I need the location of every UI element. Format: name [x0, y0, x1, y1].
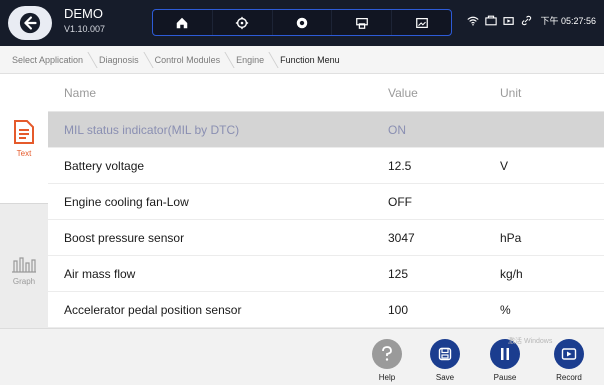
home-icon	[177, 17, 188, 28]
tab-text-label: Text	[16, 149, 32, 158]
table-row[interactable]: Battery voltage 12.5 V	[48, 148, 604, 184]
screenshot-button[interactable]	[392, 10, 451, 35]
top-bar: DEMO V1.10.007 下午 05:27:56	[0, 0, 604, 46]
row-name: Boost pressure sensor	[64, 230, 185, 245]
status-area: 下午 05:27:56	[467, 14, 596, 27]
row-unit: %	[500, 302, 511, 317]
print-icon	[355, 17, 368, 29]
row-value: 3047	[388, 230, 415, 245]
breadcrumb-item-control-modules[interactable]: Control Modules	[149, 46, 231, 74]
table-row[interactable]: Air mass flow 125 kg/h	[48, 256, 604, 292]
screenshot-icon	[415, 17, 428, 28]
graph-icon	[12, 256, 36, 273]
table-row[interactable]: MIL status indicator(MIL by DTC) ON	[48, 112, 604, 148]
row-name: Air mass flow	[64, 266, 136, 281]
app-name: DEMO	[64, 6, 103, 21]
clock: 下午 05:27:56	[540, 16, 596, 26]
settings-icon	[236, 16, 249, 29]
save-button[interactable]: Save	[423, 339, 467, 382]
top-nav	[152, 9, 452, 36]
row-unit: hPa	[500, 230, 522, 245]
tab-text[interactable]: Text	[0, 74, 48, 204]
help-label: Help	[378, 373, 396, 382]
app-version: V1.10.007	[64, 24, 106, 34]
row-unit: kg/h	[500, 266, 523, 281]
table-row[interactable]: Accelerator pedal position sensor 100 %	[48, 292, 604, 328]
row-name: Battery voltage	[64, 158, 145, 173]
text-document-icon	[14, 120, 34, 144]
breadcrumb-item-engine[interactable]: Engine	[230, 46, 274, 74]
header-value: Value	[388, 85, 418, 100]
pause-icon	[501, 348, 509, 360]
wifi-icon	[467, 16, 480, 25]
table-header: Name Value Unit	[48, 74, 604, 112]
home-button[interactable]	[153, 10, 213, 35]
link-icon	[522, 15, 532, 26]
tab-graph[interactable]: Graph	[0, 234, 48, 304]
windows-watermark: 激活 Windows	[508, 338, 553, 345]
view-sidebar: Text Graph	[0, 74, 48, 358]
table-row[interactable]: Boost pressure sensor 3047 hPa	[48, 220, 604, 256]
pause-label: Pause	[493, 373, 517, 382]
print-button[interactable]	[332, 10, 393, 35]
header-name: Name	[64, 85, 97, 100]
help-button[interactable]: Help	[365, 339, 409, 382]
row-value: 12.5	[388, 158, 412, 173]
settings-button[interactable]	[213, 10, 273, 35]
save-label: Save	[435, 373, 455, 382]
save-circle	[430, 339, 460, 369]
row-value: 125	[388, 266, 409, 281]
record-button[interactable]: Record	[547, 339, 591, 382]
data-stream-table: Name Value Unit MIL status indicator(MIL…	[48, 74, 604, 358]
row-name: MIL status indicator(MIL by DTC)	[64, 122, 240, 137]
record-dot-button[interactable]	[273, 10, 333, 35]
table-row[interactable]: Engine cooling fan-Low OFF	[48, 184, 604, 220]
row-value: 100	[388, 302, 409, 317]
breadcrumb-item-function-menu: Function Menu	[280, 54, 340, 65]
row-name: Accelerator pedal position sensor	[64, 302, 242, 317]
save-icon	[438, 347, 452, 361]
row-unit: V	[500, 158, 509, 173]
header-unit: Unit	[500, 85, 522, 100]
row-name: Engine cooling fan-Low	[64, 194, 189, 209]
breadcrumb-item-select-application[interactable]: Select Application	[6, 46, 93, 74]
question-mark-icon	[382, 346, 392, 361]
record-video-icon	[561, 348, 577, 360]
video-icon	[503, 16, 515, 25]
row-value: ON	[388, 122, 406, 137]
record-label: Record	[556, 373, 582, 382]
row-value: OFF	[388, 194, 412, 209]
back-arrow-icon	[19, 12, 41, 34]
breadcrumb: Select Application Diagnosis Control Mod…	[0, 46, 604, 74]
record-dot-icon	[296, 17, 308, 28]
help-circle	[372, 339, 402, 369]
battery-case-icon	[485, 15, 498, 26]
back-button[interactable]	[8, 6, 52, 40]
record-circle	[554, 339, 584, 369]
tab-graph-label: Graph	[12, 276, 36, 286]
breadcrumb-item-diagnosis[interactable]: Diagnosis	[93, 46, 149, 74]
